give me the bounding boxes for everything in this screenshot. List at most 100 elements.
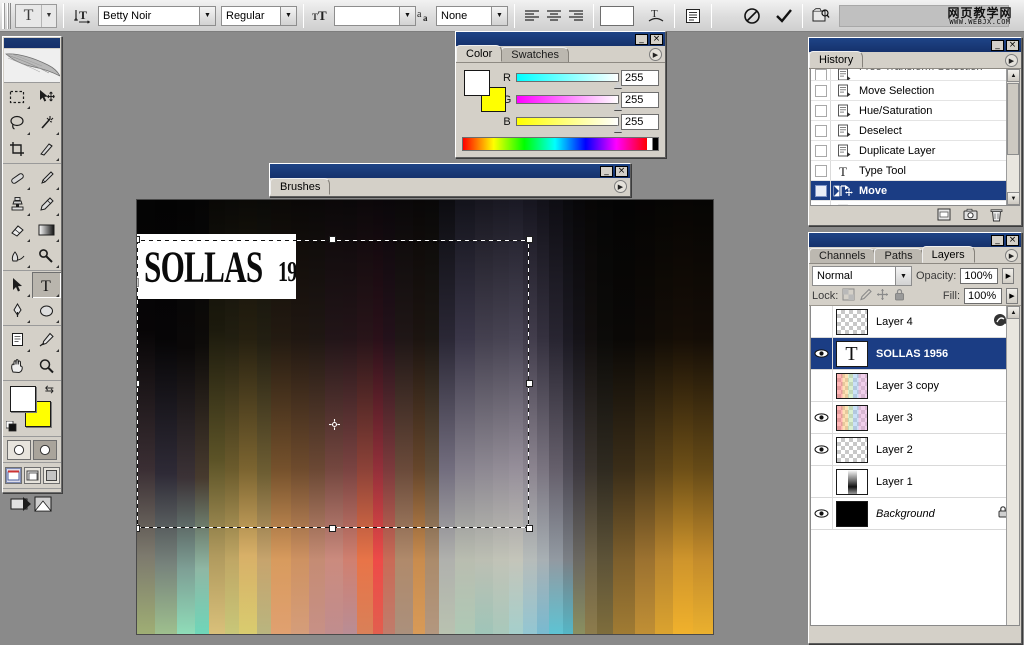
full-screen-with-menubar-button[interactable] (24, 467, 41, 484)
layer-row[interactable]: Layer 3 copy (811, 370, 1019, 402)
align-right-button[interactable] (565, 5, 587, 27)
spectrum-gradient[interactable] (463, 138, 647, 150)
layer-row[interactable]: Layer 4 (811, 306, 1019, 338)
layers-palette[interactable]: _ × Channels Paths Layers ▶ Normal ▼ Opa… (808, 232, 1022, 644)
history-snapshot-checkbox[interactable] (811, 101, 831, 120)
eraser-tool[interactable] (3, 217, 32, 243)
layer-row[interactable]: Layer 3 (811, 402, 1019, 434)
chevron-down-icon[interactable]: ▼ (199, 7, 215, 25)
slider-thumb[interactable] (614, 81, 622, 88)
layer-thumbnail-cell[interactable] (833, 309, 870, 335)
lock-transparency-icon[interactable] (842, 288, 855, 304)
crop-tool[interactable] (3, 136, 32, 162)
jump-to-imageready[interactable] (3, 489, 61, 519)
history-snapshot-checkbox[interactable] (811, 81, 831, 100)
tab-channels[interactable]: Channels (809, 248, 875, 263)
commit-edit-icon[interactable] (772, 4, 796, 28)
shape-tool[interactable] (32, 298, 61, 324)
lock-position-icon[interactable] (876, 288, 889, 304)
tab-layers[interactable]: Layers (922, 246, 975, 263)
layer-visibility-toggle[interactable] (811, 434, 833, 465)
swap-colors-icon[interactable]: ⇆ (45, 383, 54, 396)
full-screen-mode-button[interactable] (43, 467, 60, 484)
minimize-icon[interactable]: _ (991, 40, 1004, 51)
standard-screen-mode-button[interactable] (5, 467, 22, 484)
scroll-up-icon[interactable]: ▲ (1007, 306, 1020, 319)
layer-name[interactable]: Layer 2 (870, 444, 1019, 456)
options-bar-grip[interactable] (2, 3, 11, 29)
hand-tool[interactable] (3, 353, 32, 379)
tab-color[interactable]: Color (456, 45, 502, 62)
chevron-down-icon[interactable]: ▼ (280, 7, 296, 25)
layers-scrollbar[interactable]: ▲ (1006, 306, 1019, 625)
font-family-select[interactable]: Betty Noir ▼ (98, 6, 216, 26)
toolbox-titlebar[interactable] (4, 38, 60, 48)
blend-mode-select[interactable]: Normal ▼ (812, 266, 912, 286)
blur-tool[interactable] (3, 243, 32, 269)
layer-name[interactable]: Layer 3 (870, 412, 1019, 424)
toggle-palettes-icon[interactable] (681, 4, 705, 28)
brushes-palette-titlebar[interactable]: _ × (270, 164, 630, 178)
layer-thumbnail-cell[interactable] (833, 469, 870, 495)
history-snapshot-checkbox[interactable] (811, 69, 831, 81)
history-item[interactable]: Move Selection (811, 81, 1019, 101)
warp-text-icon[interactable]: T (644, 4, 668, 28)
palette-menu-icon[interactable]: ▶ (614, 180, 627, 193)
history-snapshot-checkbox[interactable] (811, 141, 831, 160)
scrollbar-thumb[interactable] (1007, 83, 1019, 155)
opacity-value[interactable]: 100% (960, 268, 998, 284)
new-document-icon[interactable] (937, 208, 951, 224)
scroll-down-icon[interactable]: ▼ (1007, 192, 1020, 205)
lock-image-icon[interactable] (859, 288, 872, 304)
minimize-icon[interactable]: _ (635, 34, 648, 45)
layer-name[interactable]: Layer 1 (870, 476, 1019, 488)
eyedropper-tool[interactable] (32, 327, 61, 353)
layer-visibility-toggle[interactable] (811, 370, 833, 401)
layer-visibility-toggle[interactable] (811, 338, 833, 369)
document-canvas[interactable]: SOLLAS 1956 (137, 200, 713, 634)
fill-stepper[interactable]: ▶ (1006, 288, 1018, 304)
document-window[interactable]: SOLLAS 1956 (136, 199, 714, 635)
channel-value-b[interactable]: 255 (621, 114, 659, 130)
layer-visibility-toggle[interactable] (811, 306, 833, 337)
font-style-select[interactable]: Regular ▼ (221, 6, 297, 26)
history-scrollbar[interactable]: ▲ ▼ (1006, 69, 1019, 205)
layer-visibility-toggle[interactable] (811, 402, 833, 433)
history-item-selected[interactable]: Move (811, 181, 1019, 201)
delete-icon[interactable] (990, 208, 1003, 225)
brushes-palette[interactable]: _ × Brushes ▶ (269, 163, 631, 197)
history-item[interactable]: Hue/Saturation (811, 101, 1019, 121)
chevron-down-icon[interactable]: ▼ (895, 267, 911, 285)
history-palette-titlebar[interactable]: _ × (809, 38, 1021, 52)
history-palette[interactable]: _ × History ▶ Free Transform Selection (808, 37, 1022, 226)
font-size-select[interactable]: ▼ (334, 6, 416, 26)
chevron-down-icon[interactable]: ▼ (399, 7, 415, 25)
layer-thumbnail-cell[interactable] (833, 437, 870, 463)
channel-slider-g[interactable] (516, 95, 619, 104)
lock-all-icon[interactable] (893, 288, 906, 304)
slider-thumb[interactable] (614, 125, 622, 132)
tab-paths[interactable]: Paths (874, 248, 922, 263)
tab-brushes[interactable]: Brushes (270, 178, 330, 195)
close-icon[interactable]: × (650, 34, 663, 45)
history-item[interactable]: Free Transform Selection (811, 69, 1019, 81)
history-snapshot-checkbox[interactable] (811, 181, 831, 200)
type-tool[interactable]: T (32, 272, 61, 298)
text-color-swatch[interactable] (600, 6, 634, 26)
align-left-button[interactable] (521, 5, 543, 27)
new-snapshot-icon[interactable] (963, 208, 978, 224)
slider-thumb[interactable] (614, 103, 622, 110)
layer-name[interactable]: Background (870, 508, 997, 520)
align-center-button[interactable] (543, 5, 565, 27)
layer-row[interactable]: Layer 1 (811, 466, 1019, 498)
marquee-tool[interactable] (3, 84, 32, 110)
tab-history[interactable]: History (809, 51, 863, 68)
layer-thumbnail-cell[interactable] (833, 373, 870, 399)
layer-thumbnail-cell[interactable]: T (833, 341, 870, 367)
cancel-edit-icon[interactable] (740, 4, 764, 28)
history-item[interactable]: T Type Tool (811, 161, 1019, 181)
minimize-icon[interactable]: _ (991, 235, 1004, 246)
artwork-text-layer[interactable]: SOLLAS 1956 (137, 234, 296, 299)
gradient-tool[interactable] (32, 217, 61, 243)
chevron-down-icon[interactable]: ▼ (42, 5, 56, 27)
